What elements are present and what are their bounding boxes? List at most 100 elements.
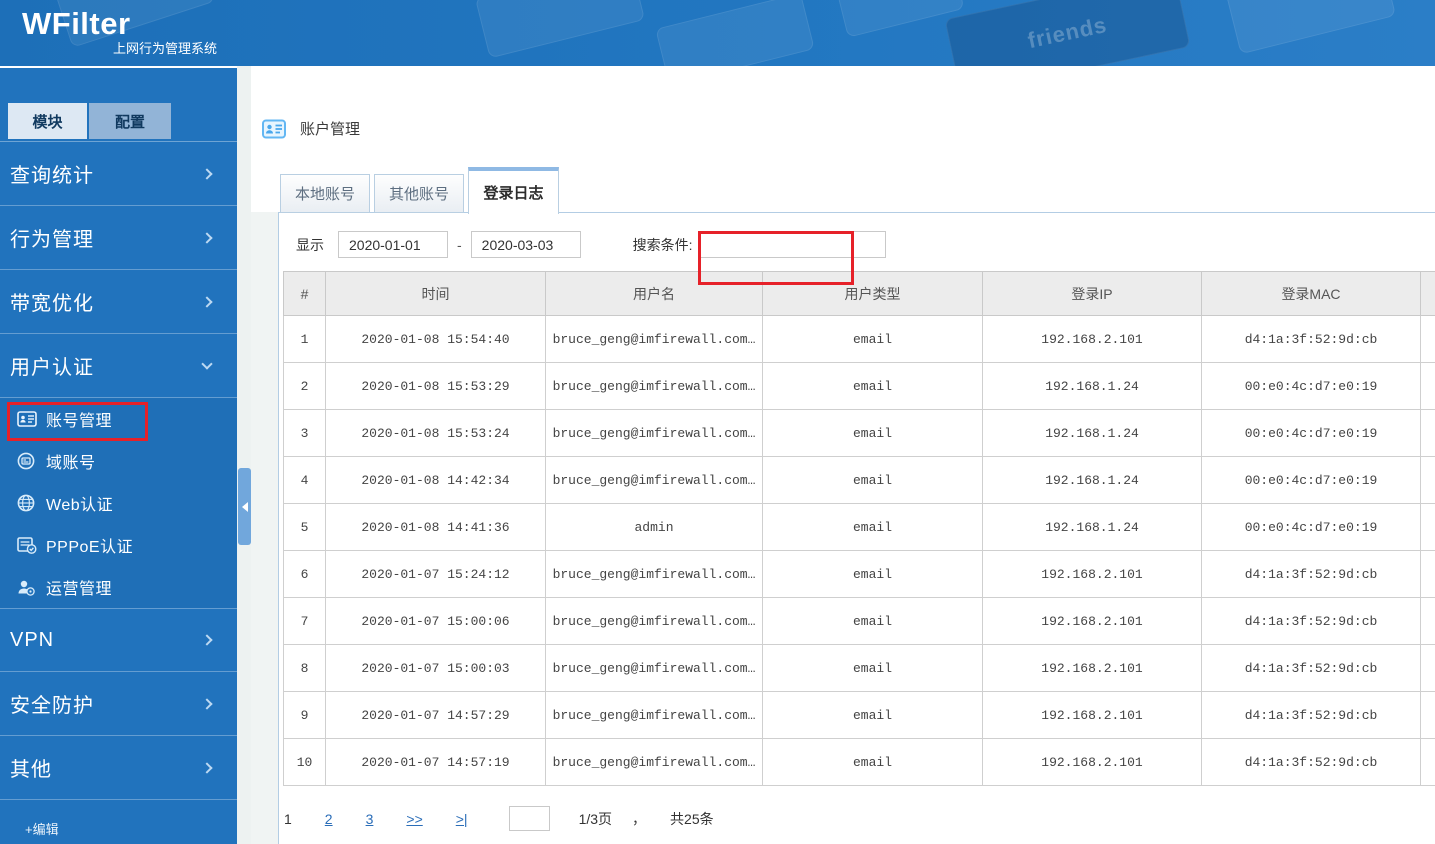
- sidebar-item-vpn[interactable]: VPN: [0, 608, 237, 672]
- sidebar-item-label: 查询统计: [10, 165, 94, 187]
- keyboard-key-decoration: [835, 0, 965, 38]
- login-log-table-wrap: # 时间 用户名 用户类型 登录IP 登录MAC 1 2020-01-08 15:54:40…: [283, 271, 1435, 786]
- table-cell: bruce_geng@imfirewall.com…: [545, 456, 763, 504]
- pagination: 1 23 >> >| 1/3页 ， 共25条: [284, 806, 714, 831]
- table-cell: 192.168.1.24: [982, 409, 1202, 457]
- table-cell: email: [762, 362, 983, 410]
- table-column-header: 登录MAC: [1201, 271, 1421, 316]
- table-cell: d4:1a:3f:52:9d:cb: [1201, 738, 1421, 786]
- table-cell: email: [762, 409, 983, 457]
- table-cell: email: [762, 550, 983, 598]
- user-auth-submenu: 账号管理 域账号 Web认证 PPPoE认证 运营管理: [0, 398, 237, 608]
- pagination-page-link[interactable]: 2: [325, 811, 333, 827]
- table-row: 5 2020-01-08 14:41:36 admin email 192.168.1.…: [283, 503, 1435, 551]
- id-card-icon: [17, 411, 37, 427]
- table-cell: d4:1a:3f:52:9d:cb: [1201, 691, 1421, 739]
- table-cell: 00:e0:4c:d7:e0:19: [1201, 409, 1421, 457]
- pagination-page-link[interactable]: 3: [366, 811, 374, 827]
- tab-local-accounts[interactable]: 本地账号: [280, 174, 371, 213]
- table-cell: [1420, 550, 1435, 598]
- sidebar-item-bandwidth-opt[interactable]: 带宽优化: [0, 270, 237, 334]
- show-label: 显示: [296, 236, 324, 253]
- id-card-icon: [262, 119, 286, 139]
- table-row: 9 2020-01-07 14:57:29 bruce_geng@imfirewal…: [283, 691, 1435, 739]
- table-row: 10 2020-01-07 14:57:19 bruce_geng@imfirewa…: [283, 738, 1435, 786]
- sidebar-item-user-auth[interactable]: 用户认证: [0, 334, 237, 398]
- sidebar-item-label: 带宽优化: [10, 293, 94, 315]
- table-cell: email: [762, 644, 983, 692]
- table-row: 1 2020-01-08 15:54:40 bruce_geng@imfirewal…: [283, 315, 1435, 363]
- submenu-item-domain-account[interactable]: 域账号: [0, 440, 237, 482]
- table-cell: 192.168.2.101: [982, 738, 1202, 786]
- table-cell: 192.168.2.101: [982, 550, 1202, 598]
- table-cell: 2020-01-07 15:00:03: [325, 644, 546, 692]
- table-cell: 192.168.2.101: [982, 691, 1202, 739]
- login-log-table: # 时间 用户名 用户类型 登录IP 登录MAC 1 2020-01-08 15:54:40…: [283, 271, 1435, 786]
- pagination-last-button[interactable]: >|: [456, 811, 468, 827]
- submenu-item-operation-mgmt[interactable]: 运营管理: [0, 566, 237, 608]
- table-body: 1 2020-01-08 15:54:40 bruce_geng@imfirewal…: [283, 315, 1435, 786]
- sidebar-tab-config[interactable]: 配置: [89, 103, 171, 139]
- date-from-input[interactable]: [338, 231, 448, 258]
- search-input[interactable]: [697, 231, 886, 258]
- sidebar-tab-modules[interactable]: 模块: [8, 103, 87, 139]
- table-cell: [1420, 738, 1435, 786]
- table-column-header: 登录IP: [982, 271, 1202, 316]
- pppoe-doc-check-icon: [17, 536, 37, 554]
- domain-account-icon: [17, 452, 37, 470]
- pagination-next-button[interactable]: >>: [406, 811, 422, 827]
- date-to-input[interactable]: [470, 231, 581, 258]
- table-column-header: #: [283, 271, 326, 316]
- table-row: 6 2020-01-07 15:24:12 bruce_geng@imfirewal…: [283, 550, 1435, 598]
- sidebar-item-query-stats[interactable]: 查询统计: [0, 142, 237, 206]
- globe-icon: [17, 494, 37, 512]
- table-cell: 8: [283, 644, 326, 692]
- table-cell: 2020-01-07 15:00:06: [325, 597, 546, 645]
- table-cell: 00:e0:4c:d7:e0:19: [1201, 456, 1421, 504]
- table-row: 4 2020-01-08 14:42:34 bruce_geng@imfirewal…: [283, 456, 1435, 504]
- tab-other-accounts[interactable]: 其他账号: [374, 174, 465, 213]
- table-cell: bruce_geng@imfirewall.com…: [545, 597, 763, 645]
- sidebar-item-other[interactable]: 其他: [0, 736, 237, 800]
- submenu-item-web-auth[interactable]: Web认证: [0, 482, 237, 524]
- table-cell: bruce_geng@imfirewall.com…: [545, 550, 763, 598]
- table-cell: 2020-01-08 15:53:29: [325, 362, 546, 410]
- submenu-item-label: 域账号: [46, 455, 96, 472]
- sidebar-collapse-handle[interactable]: [238, 468, 251, 545]
- sidebar-gutter: [237, 66, 251, 844]
- operator-user-icon: [17, 579, 37, 596]
- breadcrumb: 账户管理: [262, 118, 360, 139]
- table-cell: bruce_geng@imfirewall.com…: [545, 409, 763, 457]
- table-cell: email: [762, 597, 983, 645]
- table-cell: email: [762, 738, 983, 786]
- table-cell: [1420, 456, 1435, 504]
- table-cell: 1: [283, 315, 326, 363]
- sidebar-item-behavior-mgmt[interactable]: 行为管理: [0, 206, 237, 270]
- submenu-item-pppoe-auth[interactable]: PPPoE认证: [0, 524, 237, 566]
- pagination-current-page: 1: [284, 810, 292, 827]
- chevron-right-icon: [201, 167, 213, 180]
- table-cell: [1420, 644, 1435, 692]
- submenu-item-label: 账号管理: [46, 413, 113, 430]
- table-cell: [1420, 362, 1435, 410]
- chevron-right-icon: [201, 295, 213, 308]
- pagination-jump-input[interactable]: [508, 806, 550, 831]
- table-cell: 7: [283, 597, 326, 645]
- table-cell: 00:e0:4c:d7:e0:19: [1201, 503, 1421, 551]
- search-label: 搜索条件:: [632, 236, 693, 253]
- table-row: 7 2020-01-07 15:00:06 bruce_geng@imfirewal…: [283, 597, 1435, 645]
- sidebar-item-label: VPN: [10, 628, 55, 651]
- table-cell: [1420, 315, 1435, 363]
- keyboard-key-friends: friends: [944, 0, 1191, 66]
- sidebar-edit-link[interactable]: +编辑: [0, 819, 237, 838]
- tab-login-log[interactable]: 登录日志: [468, 167, 560, 214]
- table-cell: 5: [283, 503, 326, 551]
- table-cell: 2020-01-08 15:54:40: [325, 315, 546, 363]
- pagination-comma: ，: [632, 810, 647, 827]
- table-cell: email: [762, 315, 983, 363]
- pagination-page-info: 1/3页: [578, 810, 613, 827]
- submenu-item-account-mgmt[interactable]: 账号管理: [0, 398, 237, 440]
- sidebar-item-security[interactable]: 安全防护: [0, 672, 237, 736]
- chevron-left-icon: [241, 501, 248, 512]
- table-cell: 9: [283, 691, 326, 739]
